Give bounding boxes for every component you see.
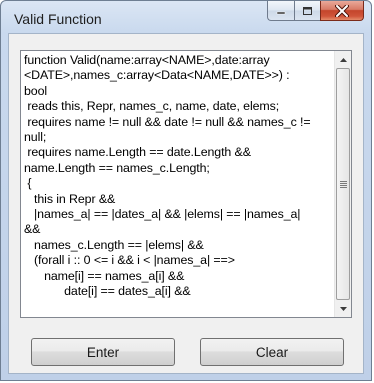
code-line: requires name != null && date != null &&… — [24, 114, 311, 129]
code-line: function Valid(name:array<NAME>,date:arr… — [24, 53, 270, 67]
code-line: |names_a| == |dates_a| && |elems| == |na… — [24, 207, 301, 222]
dialog-client-area: function Valid(name:array<NAME>,date:arr… — [8, 33, 364, 374]
code-line: name[i] == names_a[i] && — [24, 268, 185, 283]
code-line: name.Length == names_c.Length; — [24, 160, 210, 175]
code-line: (forall i :: 0 <= i && i < |names_a| ==> — [24, 253, 235, 268]
maximize-icon — [303, 6, 312, 15]
code-line: { — [24, 176, 32, 191]
function-code-textarea[interactable]: function Valid(name:array<NAME>,date:arr… — [20, 50, 352, 318]
scroll-down-button[interactable] — [335, 300, 351, 317]
minimize-icon — [276, 11, 286, 14]
clear-button[interactable]: Clear — [200, 338, 344, 366]
scrollbar-thumb[interactable] — [336, 68, 350, 300]
scroll-down-arrow-icon — [339, 306, 347, 311]
scroll-up-button[interactable] — [335, 51, 351, 68]
close-icon — [335, 4, 349, 17]
code-line: null; — [24, 130, 47, 145]
valid-function-window: Valid Function function Valid(name:array… — [0, 0, 372, 381]
maximize-button[interactable] — [294, 1, 320, 21]
scroll-up-arrow-icon — [339, 57, 347, 62]
window-title: Valid Function — [14, 11, 102, 27]
code-line: reads this, Repr, names_c, name, date, e… — [24, 99, 280, 114]
close-button[interactable] — [320, 1, 364, 21]
code-line: bool — [24, 83, 48, 98]
code-line: this in Repr && — [24, 191, 116, 206]
code-line: date[i] == dates_a[i] && — [24, 284, 191, 299]
code-line: <DATE>,names_c:array<Data<NAME,DATE>>) : — [24, 68, 290, 83]
code-line: && — [24, 222, 41, 237]
enter-button[interactable]: Enter — [31, 338, 175, 366]
vertical-scrollbar[interactable] — [334, 51, 351, 317]
minimize-button[interactable] — [267, 1, 294, 21]
thumb-grip-icon — [339, 180, 347, 188]
caption-buttons — [267, 1, 364, 22]
code-line: requires name.Length == date.Length && — [24, 145, 251, 160]
title-bar[interactable]: Valid Function — [1, 1, 371, 31]
code-text: function Valid(name:array<NAME>,date:arr… — [24, 53, 332, 300]
code-line: names_c.Length == |elems| && — [24, 237, 204, 252]
